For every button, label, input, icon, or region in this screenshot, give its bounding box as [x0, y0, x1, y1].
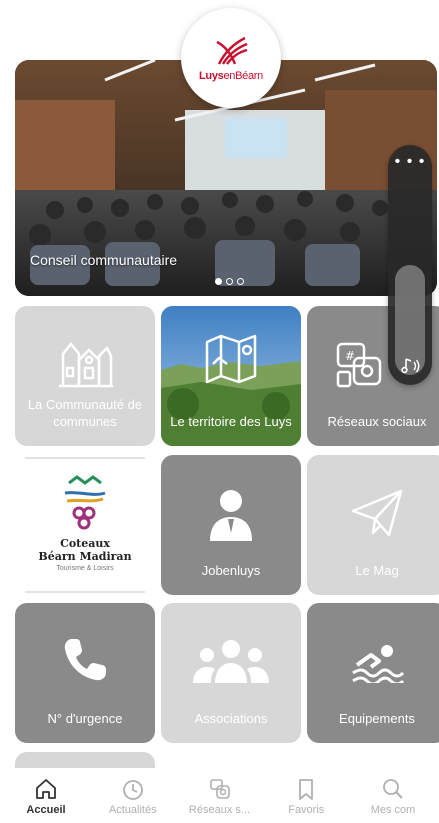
bottom-tab-bar: Accueil Actualités Réseaux s... Favoris …: [0, 768, 439, 823]
carousel-dots[interactable]: [215, 278, 244, 285]
phone-icon: [64, 639, 106, 681]
divider: [25, 591, 145, 593]
social-icon: [209, 779, 230, 799]
tile-label: Le Mag: [355, 563, 399, 578]
bookmark-icon: [299, 779, 314, 800]
tile-label: La Communauté de communes: [27, 397, 143, 429]
person-icon: [210, 490, 252, 541]
hero-caption: Conseil communautaire: [30, 252, 178, 268]
social-network-icon: #: [336, 342, 382, 388]
tile-urgence[interactable]: N° d'urgence: [15, 603, 155, 743]
audio-icon[interactable]: [400, 355, 422, 377]
tile-equipements[interactable]: Equipements: [307, 603, 439, 743]
map-icon: [205, 334, 257, 384]
coteaux-subtitle: Tourisme & Loisirs: [56, 564, 114, 572]
coteaux-title: Coteaux Béarn Madiran: [38, 536, 132, 563]
carousel-dot[interactable]: [237, 278, 244, 285]
logo-text: LuysenBéarn: [199, 70, 263, 82]
tab-reseaux-sociaux[interactable]: Réseaux s...: [178, 768, 262, 823]
news-icon: [122, 780, 143, 800]
tile-coteaux-bearn-madiran[interactable]: Coteaux Béarn Madiran Tourisme & Loisirs: [15, 455, 155, 595]
swimmer-icon: [352, 645, 405, 683]
tab-accueil[interactable]: Accueil: [4, 768, 88, 823]
divider: [25, 457, 145, 459]
tab-favoris[interactable]: Favoris: [264, 768, 348, 823]
tile-label: Le territoire des Luys: [170, 414, 292, 429]
floating-audio-control[interactable]: • • •: [388, 145, 432, 385]
group-icon: [193, 640, 269, 683]
paper-plane-icon: [351, 489, 403, 537]
tab-actualites[interactable]: Actualités: [91, 768, 175, 823]
tile-le-mag[interactable]: Le Mag: [307, 455, 439, 595]
tile-communaute[interactable]: La Communauté de communes: [15, 306, 155, 446]
logo-icon: [216, 36, 248, 65]
tile-label: Equipements: [339, 711, 415, 726]
search-icon: [383, 779, 403, 799]
tile-label: Associations: [194, 711, 268, 726]
tab-mes-communes[interactable]: Mes com: [351, 768, 435, 823]
tile-label: Réseaux sociaux: [327, 414, 427, 429]
tile-jobenluys[interactable]: Jobenluys: [161, 455, 301, 595]
tile-label: N° d'urgence: [47, 711, 123, 726]
tile-territoire[interactable]: Le territoire des Luys: [161, 306, 301, 446]
more-options-icon[interactable]: • • •: [388, 154, 432, 170]
grapes-logo-icon: [64, 474, 106, 529]
carousel-dot[interactable]: [215, 278, 222, 285]
tile-label: Jobenluys: [201, 563, 261, 578]
home-icon: [36, 779, 56, 799]
logo-badge: LuysenBéarn: [181, 8, 281, 108]
castle-icon: [59, 341, 113, 388]
tile-associations[interactable]: Associations: [161, 603, 301, 743]
carousel-dot[interactable]: [226, 278, 233, 285]
